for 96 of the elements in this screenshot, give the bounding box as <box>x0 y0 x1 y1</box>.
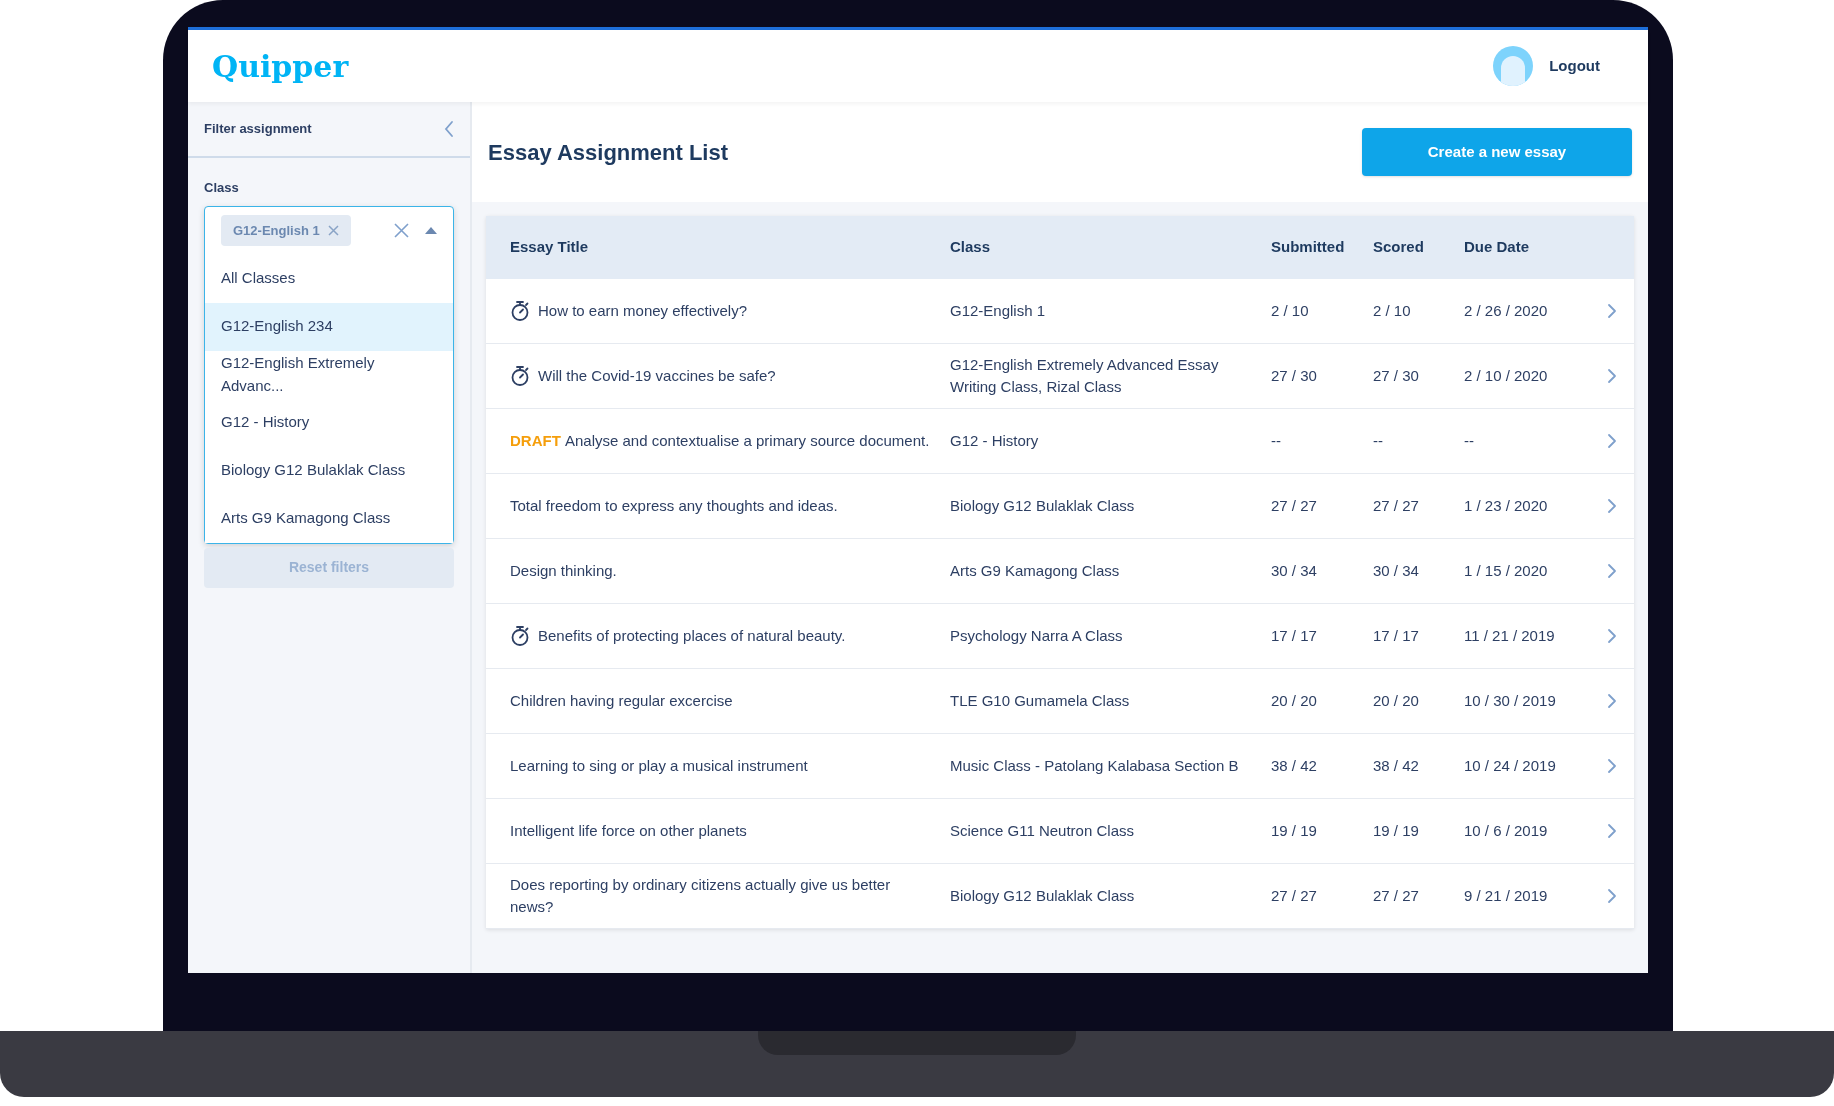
chevron-left-icon[interactable] <box>444 120 454 138</box>
due-date-cell-text: 2 / 26 / 2020 <box>1464 300 1549 321</box>
table-row[interactable]: Children having regular excercise TLE G10 Gumamela Class 20 / 20 20 / 20 10 / 30 / 2019 <box>486 669 1634 734</box>
chevron-right-icon[interactable] <box>1607 823 1617 839</box>
column-header: Class <box>950 237 992 258</box>
table-row[interactable]: Total freedom to express any thoughts and ideas. Biology G12 Bulaklak Class 27 / 27 27 / 27 1 / 23 / 2020 <box>486 474 1634 539</box>
chevron-right-icon[interactable] <box>1607 888 1617 904</box>
column-header: Due Date <box>1464 237 1531 258</box>
essay-title: Intelligent life force on other planets <box>510 820 747 841</box>
scored-cell-text: 20 / 20 <box>1373 690 1420 711</box>
submitted-cell-text: 17 / 17 <box>1271 625 1318 646</box>
submitted-cell-text: 38 / 42 <box>1271 755 1318 776</box>
submitted-cell-text: 2 / 10 <box>1271 300 1310 321</box>
table-row[interactable]: Design thinking. Arts G9 Kamagong Class 30 / 34 30 / 34 1 / 15 / 2020 <box>486 539 1634 604</box>
due-date-cell-text: 11 / 21 / 2019 <box>1464 625 1556 646</box>
table-row[interactable]: Does reporting by ordinary citizens actually give us better news? Biology G12 Bulaklak Class 27 / 27 27 / 27 9 / 21 / 2019 <box>486 864 1634 929</box>
submitted-cell-text: -- <box>1271 430 1282 451</box>
essay-title: Total freedom to express any thoughts and ideas. <box>510 495 838 516</box>
dropdown-option[interactable]: Biology G12 Bulaklak Class <box>205 446 453 495</box>
submitted-cell-text: 27 / 27 <box>1271 495 1318 516</box>
essay-title: Does reporting by ordinary citizens actually give us better news? <box>510 874 892 917</box>
submitted-cell-text: 27 / 27 <box>1271 885 1318 906</box>
due-date-cell-text: 10 / 24 / 2019 <box>1464 755 1557 776</box>
avatar <box>1493 46 1534 86</box>
class-dropdown[interactable]: G12-English 1 All Classes G12-English 234 G12-English Extremely Advanc... G12 - History Biology G12 Bulaklak Class Arts G9 Kamagong Class <box>204 205 454 544</box>
due-date-cell-text: -- <box>1464 430 1475 451</box>
due-date-cell-text: 10 / 6 / 2019 <box>1464 820 1549 841</box>
essay-title: Children having regular excercise <box>510 690 733 711</box>
scored-cell-text: 38 / 42 <box>1373 755 1420 776</box>
table-row[interactable]: Learning to sing or play a musical instrument Music Class - Patolang Kalabasa Section B 38 / 42 38 / 42 10 / 24 / 2019 <box>486 734 1634 799</box>
submitted-cell-text: 30 / 34 <box>1271 560 1318 581</box>
scored-cell-text: -- <box>1373 430 1384 451</box>
table-row[interactable]: Intelligent life force on other planets Science G11 Neutron Class 19 / 19 19 / 19 10 / 6 / 2019 <box>486 799 1634 864</box>
stopwatch-icon <box>510 365 530 387</box>
scored-cell-text: 27 / 27 <box>1373 495 1420 516</box>
due-date-cell-text: 1 / 23 / 2020 <box>1464 495 1549 516</box>
scored-cell-text: 2 / 10 <box>1373 300 1412 321</box>
essay-title: Will the Covid-19 vaccines be safe? <box>538 365 776 386</box>
due-date-cell-text: 1 / 15 / 2020 <box>1464 560 1549 581</box>
essay-title: Benefits of protecting places of natural beauty. <box>538 625 846 646</box>
page-title: Essay Assignment List <box>488 138 729 167</box>
class-chip: G12-English 1 <box>221 214 351 247</box>
class-cell-text: TLE G10 Gumamela Class <box>950 690 1131 711</box>
table-row[interactable]: Benefits of protecting places of natural beauty. Psychology Narra A Class 17 / 17 17 / 17 11 / 21 / 2019 <box>486 604 1634 669</box>
scored-cell-text: 19 / 19 <box>1373 820 1420 841</box>
chevron-right-icon[interactable] <box>1607 758 1617 774</box>
chevron-right-icon[interactable] <box>1607 563 1617 579</box>
stopwatch-icon <box>510 300 530 322</box>
class-cell-text: Science G11 Neutron Class <box>950 820 1135 841</box>
table-row[interactable]: DRAFT Analyse and contextualise a primary source document. G12 - History -- -- -- <box>486 409 1634 474</box>
chevron-right-icon[interactable] <box>1607 693 1617 709</box>
dropdown-option[interactable]: Arts G9 Kamagong Class <box>205 494 453 543</box>
class-label: Class <box>204 179 240 197</box>
class-cell-text: Music Class - Patolang Kalabasa Section B <box>950 755 1240 776</box>
clear-icon[interactable] <box>394 223 409 238</box>
scored-cell-text: 27 / 30 <box>1373 365 1420 386</box>
chevron-right-icon[interactable] <box>1607 628 1617 644</box>
sidebar-title: Filter assignment <box>204 120 312 139</box>
logo: Quipper <box>212 47 349 86</box>
due-date-cell-text: 10 / 30 / 2019 <box>1464 690 1557 711</box>
essay-title: Design thinking. <box>510 560 617 581</box>
chevron-right-icon[interactable] <box>1607 433 1617 449</box>
due-date-cell-text: 2 / 10 / 2020 <box>1464 365 1549 386</box>
submitted-cell-text: 27 / 30 <box>1271 365 1318 386</box>
class-cell-text: G12-English Extremely Advanced Essay Writing Class, Rizal Class <box>950 354 1220 397</box>
chevron-right-icon[interactable] <box>1607 498 1617 514</box>
dropdown-option[interactable]: G12-English Extremely Advanc... <box>205 350 453 399</box>
stopwatch-icon <box>510 625 530 647</box>
class-cell-text: G12-English 1 <box>950 300 1047 321</box>
column-header: Scored <box>1373 237 1425 258</box>
column-header: Submitted <box>1271 237 1346 258</box>
due-date-cell-text: 9 / 21 / 2019 <box>1464 885 1549 906</box>
submitted-cell-text: 19 / 19 <box>1271 820 1318 841</box>
caret-up-icon[interactable] <box>425 227 437 234</box>
logout-button[interactable]: Logout <box>1549 54 1600 78</box>
chevron-right-icon[interactable] <box>1607 303 1617 319</box>
submitted-cell-text: 20 / 20 <box>1271 690 1318 711</box>
essay-title: Learning to sing or play a musical instrument <box>510 755 808 776</box>
class-cell-text: Biology G12 Bulaklak Class <box>950 495 1136 516</box>
dropdown-option[interactable]: All Classes <box>205 254 453 303</box>
chevron-right-icon[interactable] <box>1607 368 1617 384</box>
table-row[interactable]: How to earn money effectively? G12-English 1 2 / 10 2 / 10 2 / 26 / 2020 <box>486 279 1634 344</box>
class-cell-text: Psychology Narra A Class <box>950 625 1124 646</box>
scored-cell-text: 17 / 17 <box>1373 625 1420 646</box>
class-cell-text: Biology G12 Bulaklak Class <box>950 885 1136 906</box>
close-icon[interactable] <box>327 225 339 236</box>
essay-title: DRAFT Analyse and contextualise a primary source document. <box>510 430 930 451</box>
scored-cell-text: 30 / 34 <box>1373 560 1420 581</box>
dropdown-option[interactable]: G12-English 234 <box>205 302 453 351</box>
class-cell-text: G12 - History <box>950 430 1040 451</box>
column-header: Essay Title <box>510 237 590 258</box>
class-cell-text: Arts G9 Kamagong Class <box>950 560 1121 581</box>
essay-title: How to earn money effectively? <box>538 300 747 321</box>
table-row[interactable]: Will the Covid-19 vaccines be safe? G12-English Extremely Advanced Essay Writing Class, Rizal Class 27 / 30 27 / 30 2 / 10 / 2020 <box>486 344 1634 409</box>
dropdown-option[interactable]: G12 - History <box>205 398 453 447</box>
scored-cell-text: 27 / 27 <box>1373 885 1420 906</box>
